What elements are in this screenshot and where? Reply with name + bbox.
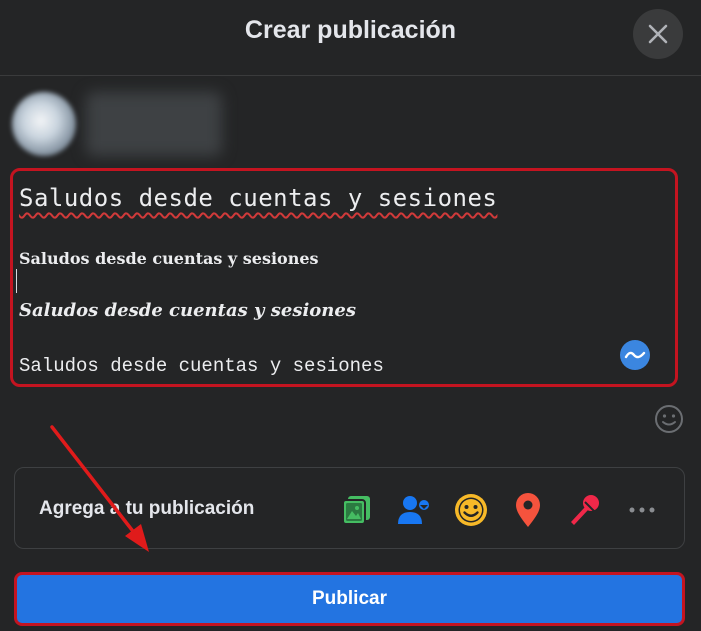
avatar xyxy=(12,92,76,156)
text-caret xyxy=(16,269,17,293)
dialog-header: Crear publicación xyxy=(0,0,701,76)
emoji-button[interactable] xyxy=(653,403,685,435)
tag-people-icon xyxy=(398,496,429,524)
smiley-icon xyxy=(655,405,683,433)
microphone-icon xyxy=(571,495,599,525)
tag-people-button[interactable] xyxy=(394,490,434,530)
dialog-title: Crear publicación xyxy=(244,16,457,44)
photo-video-icon xyxy=(342,496,370,525)
user-name-blurred xyxy=(86,92,222,156)
post-text-editor[interactable]: Saludos desde cuentas y sesiones Saludos… xyxy=(10,168,678,387)
check-in-button[interactable] xyxy=(508,490,548,530)
grammar-check-icon[interactable] xyxy=(620,340,650,370)
text-line-blackletter: Saludos desde cuentas y sesiones xyxy=(19,249,319,268)
text-line-italic: Saludos desde cuentas y sesiones xyxy=(19,300,356,321)
text-line-styled: Saludos desde cuentas y sesiones xyxy=(19,184,498,212)
publish-button[interactable]: Publicar xyxy=(14,572,685,626)
close-icon xyxy=(648,24,668,44)
more-options-button[interactable] xyxy=(622,490,662,530)
add-to-post-bar: Agrega a tu publicación xyxy=(14,467,685,549)
add-to-post-label: Agrega a tu publicación xyxy=(39,498,255,519)
check-in-icon xyxy=(516,493,540,527)
more-icon xyxy=(629,507,655,513)
text-line-mono: Saludos desde cuentas y sesiones xyxy=(19,355,384,377)
feeling-icon xyxy=(455,494,487,526)
close-button[interactable] xyxy=(633,9,683,59)
live-video-button[interactable] xyxy=(565,490,605,530)
photo-video-button[interactable] xyxy=(337,490,377,530)
feeling-activity-button[interactable] xyxy=(451,490,491,530)
